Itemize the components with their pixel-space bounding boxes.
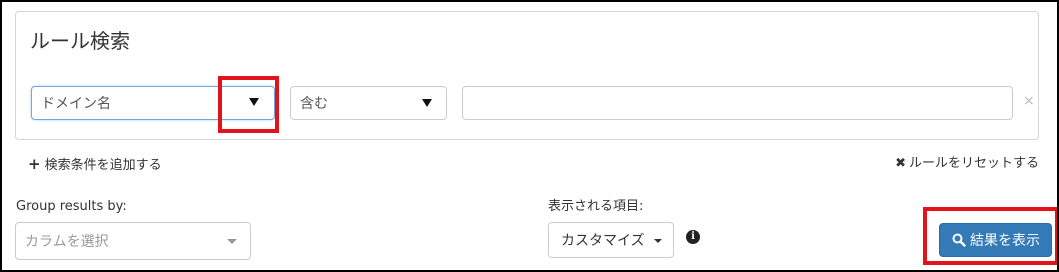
reset-rules-label: ルールをリセットする: [908, 156, 1039, 171]
reset-rules-link[interactable]: ✖ ルールをリセットする: [895, 155, 1039, 173]
rule-search-panel: [15, 11, 1039, 140]
group-column-placeholder: カラムを選択: [25, 234, 109, 250]
condition-select-caret-icon: [422, 99, 432, 107]
add-condition-label: 検索条件を追加する: [44, 158, 162, 173]
customize-label: カスタマイズ: [561, 233, 645, 249]
customize-button[interactable]: カスタマイズ: [548, 222, 674, 258]
caret-down-icon: [654, 239, 662, 243]
add-condition-link[interactable]: + 検索条件を追加する: [28, 155, 162, 175]
field-select-value: ドメイン名: [41, 96, 111, 112]
group-results-label: Group results by:: [16, 199, 127, 214]
condition-select[interactable]: 含む: [290, 86, 447, 120]
condition-select-value: 含む: [300, 96, 328, 112]
chevron-down-icon: [227, 239, 237, 244]
highlight-box-show-results: [923, 207, 1059, 265]
info-icon[interactable]: i: [686, 230, 700, 244]
rule-value-input[interactable]: [462, 86, 1013, 120]
clear-rule-icon[interactable]: ×: [1023, 92, 1035, 110]
group-column-select[interactable]: カラムを選択: [15, 222, 251, 260]
close-icon: ✖: [895, 156, 906, 171]
display-items-label: 表示される項目:: [548, 199, 644, 214]
panel-title: ルール検索: [30, 29, 130, 53]
highlight-box-field-caret: [218, 76, 279, 133]
plus-icon: +: [28, 155, 41, 173]
